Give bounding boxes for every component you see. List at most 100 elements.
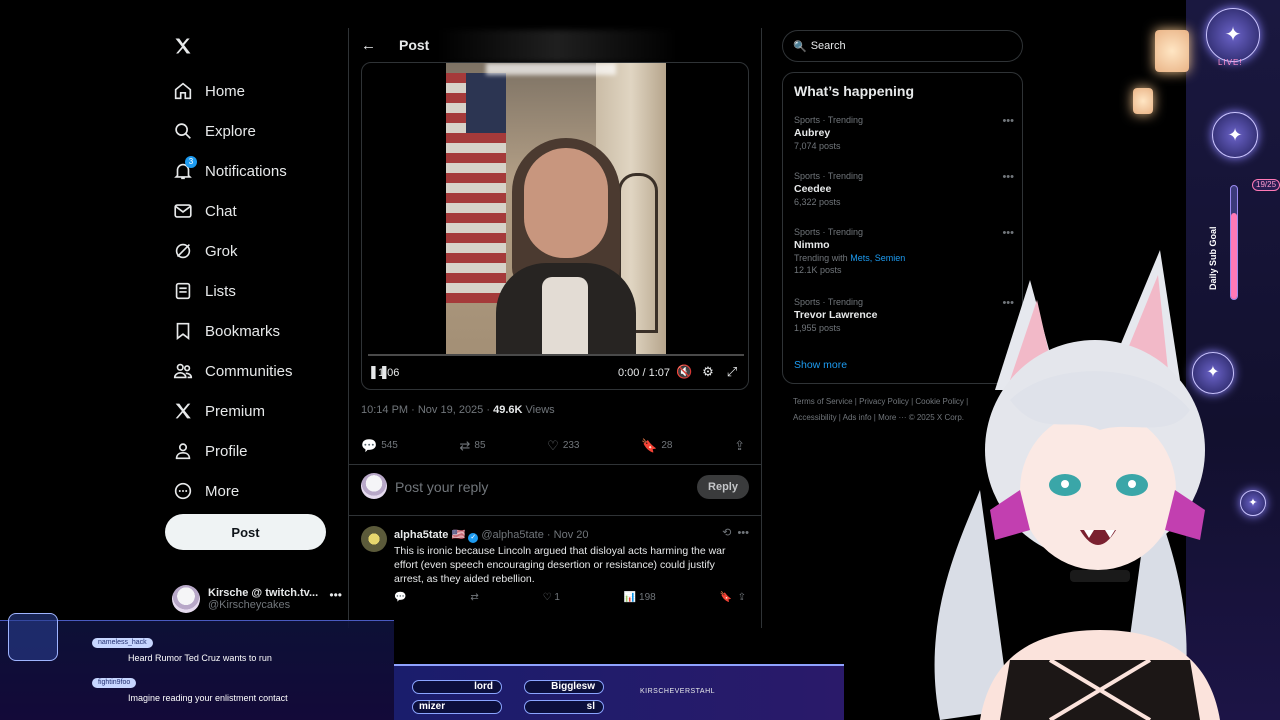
vtuber-avatar: [934, 250, 1220, 720]
account-switcher[interactable]: Kirsche @ twitch.tv... @Kirscheycakes ••…: [172, 584, 352, 614]
chat-text: Imagine reading your enlistment contact: [128, 693, 288, 703]
overlay-time: 1:06: [378, 367, 400, 379]
views-action[interactable]: 📊 198: [624, 592, 656, 603]
heart-icon: ♡: [547, 437, 559, 453]
trend-item[interactable]: Sports · Trending Ceedee 6,322 posts •••: [794, 171, 1014, 207]
reply-more-icon[interactable]: ⟲ •••: [722, 526, 749, 539]
bookmark-icon: 🔖: [641, 437, 658, 453]
recent-follower: lord: [412, 680, 502, 694]
share-icon: ⇪: [734, 437, 745, 453]
search-icon: [172, 120, 194, 142]
reply-button[interactable]: Reply: [697, 475, 749, 499]
trend-name: Aubrey: [794, 127, 831, 139]
reply-item[interactable]: alpha5tate 🇺🇸 ✓ @alpha5tate · Nov 20 ⟲ •…: [349, 520, 761, 620]
nav-label: Home: [205, 82, 246, 100]
video-progress-bar[interactable]: [368, 354, 744, 356]
nav-bookmarks[interactable]: Bookmarks: [160, 311, 293, 351]
mute-icon[interactable]: 🔇: [676, 364, 692, 380]
reply-input[interactable]: Post your reply: [395, 479, 488, 495]
trend-count: 7,074 posts: [794, 141, 841, 151]
nav-label: Communities: [205, 362, 293, 380]
trend-item[interactable]: Sports · Trending Aubrey 7,074 posts •••: [794, 115, 1014, 151]
repost-icon[interactable]: ⇄: [470, 592, 478, 603]
back-arrow-icon[interactable]: ←: [361, 37, 381, 54]
video-player[interactable]: ❚❚ 1:06 0:00 / 1:07 🔇 ⚙ ⤢: [361, 62, 749, 390]
person-icon: [172, 440, 194, 462]
reply-name[interactable]: alpha5tate: [394, 529, 448, 541]
stream-bottom-bar: lord Bigglesw mizer sl: [394, 664, 844, 720]
nav-profile[interactable]: Profile: [160, 431, 293, 471]
nav-communities[interactable]: Communities: [160, 351, 293, 391]
post-actions: 💬 545 ⇄ 85 ♡ 233 🔖 28 ⇪: [361, 432, 749, 458]
comment-icon[interactable]: 💬: [394, 592, 406, 603]
post-button[interactable]: Post: [165, 514, 326, 550]
nav-home[interactable]: Home: [160, 71, 293, 111]
reply-author: alpha5tate 🇺🇸 ✓ @alpha5tate · Nov 20: [394, 528, 589, 543]
nav-chat[interactable]: Chat: [160, 191, 293, 231]
repost-icon: ⇄: [459, 437, 471, 453]
reply-handle-date: @alpha5tate · Nov 20: [481, 529, 589, 541]
live-label: LIVE!: [1218, 58, 1243, 67]
nav-lists[interactable]: Lists: [160, 271, 293, 311]
fullscreen-icon[interactable]: ⤢: [724, 364, 740, 380]
people-icon: [172, 360, 194, 382]
nav-label: Premium: [205, 402, 266, 420]
list-icon: [172, 280, 194, 302]
video-time: 0:00 / 1:07: [618, 367, 670, 379]
nav-grok[interactable]: Grok: [160, 231, 293, 271]
blurred-header-area: [437, 30, 677, 62]
chat-text: Heard Rumor Ted Cruz wants to run: [128, 653, 272, 663]
comment-icon: 💬: [361, 437, 378, 453]
nav-more[interactable]: More: [160, 471, 293, 511]
trend-category: Sports · Trending: [794, 227, 864, 237]
nav-premium[interactable]: Premium: [160, 391, 293, 431]
nav-explore[interactable]: Explore: [160, 111, 293, 151]
star-emblem-icon: ✦: [1206, 8, 1260, 62]
x-logo-icon[interactable]: [173, 36, 193, 56]
nav-label: More: [205, 482, 240, 500]
more-dots-icon[interactable]: •••: [1002, 115, 1014, 127]
nav-label: Grok: [205, 242, 238, 260]
bookmark-share-icons[interactable]: 🔖 ⇪: [720, 592, 746, 603]
post-meta: 10:14 PM · Nov 19, 2025 · 49.6K Views: [361, 404, 555, 416]
trend-with-links[interactable]: Mets, Semien: [850, 253, 905, 263]
nav-notifications[interactable]: 3 Notifications: [160, 151, 293, 191]
x-icon: [172, 400, 194, 422]
bookmark-action[interactable]: 🔖 28: [641, 438, 672, 454]
like-action[interactable]: ♡ 233: [547, 438, 579, 454]
reply-actions: 💬 ⇄ ♡ 1 📊 198 🔖 ⇪: [394, 592, 746, 603]
stream-chat: nameless_hack Heard Rumor Ted Cruz wants…: [0, 613, 394, 720]
more-dots-icon[interactable]: •••: [1002, 171, 1014, 183]
chat-message: fightin9foo Imagine reading your enlistm…: [92, 671, 288, 703]
repost-action[interactable]: ⇄ 85: [460, 438, 486, 454]
chat-mascot-icon: [8, 613, 58, 661]
nav-label: Lists: [205, 282, 236, 300]
lantern-decoration: [1155, 30, 1189, 72]
post-header: ← Post: [349, 28, 761, 62]
post-timestamp[interactable]: 10:14 PM · Nov 19, 2025 ·: [361, 404, 493, 416]
butterfly-orb-icon: ✦: [1212, 112, 1258, 158]
notification-badge: 3: [185, 156, 197, 168]
verified-icon: ✓: [468, 533, 479, 543]
share-action[interactable]: ⇪: [734, 438, 749, 454]
like-action[interactable]: ♡ 1: [543, 592, 560, 603]
flag-image: [446, 73, 506, 303]
nav-label: Profile: [205, 442, 248, 460]
sub-goal-fill: [1231, 213, 1237, 299]
more-dots-icon[interactable]: •••: [1002, 227, 1014, 239]
reply-action[interactable]: 💬 545: [361, 438, 398, 454]
views-count: 49.6K: [493, 404, 523, 416]
chat-username: nameless_hack: [92, 638, 153, 648]
settings-icon[interactable]: ⚙: [700, 364, 716, 380]
blurred-caption: [486, 63, 616, 75]
search-input[interactable]: 🔍 Search: [782, 30, 1023, 62]
sub-goal-count: 19/25: [1252, 179, 1280, 191]
reply-text: This is ironic because Lincoln argued th…: [394, 545, 726, 585]
show-more-link[interactable]: Show more: [794, 359, 847, 371]
avatar[interactable]: [361, 526, 387, 552]
mail-icon: [172, 200, 194, 222]
search-icon: 🔍: [793, 40, 807, 53]
recent-cheer: sl: [524, 700, 604, 714]
account-name: Kirsche @ twitch.tv...: [208, 587, 319, 599]
flag-emoji: 🇺🇸: [451, 529, 466, 541]
